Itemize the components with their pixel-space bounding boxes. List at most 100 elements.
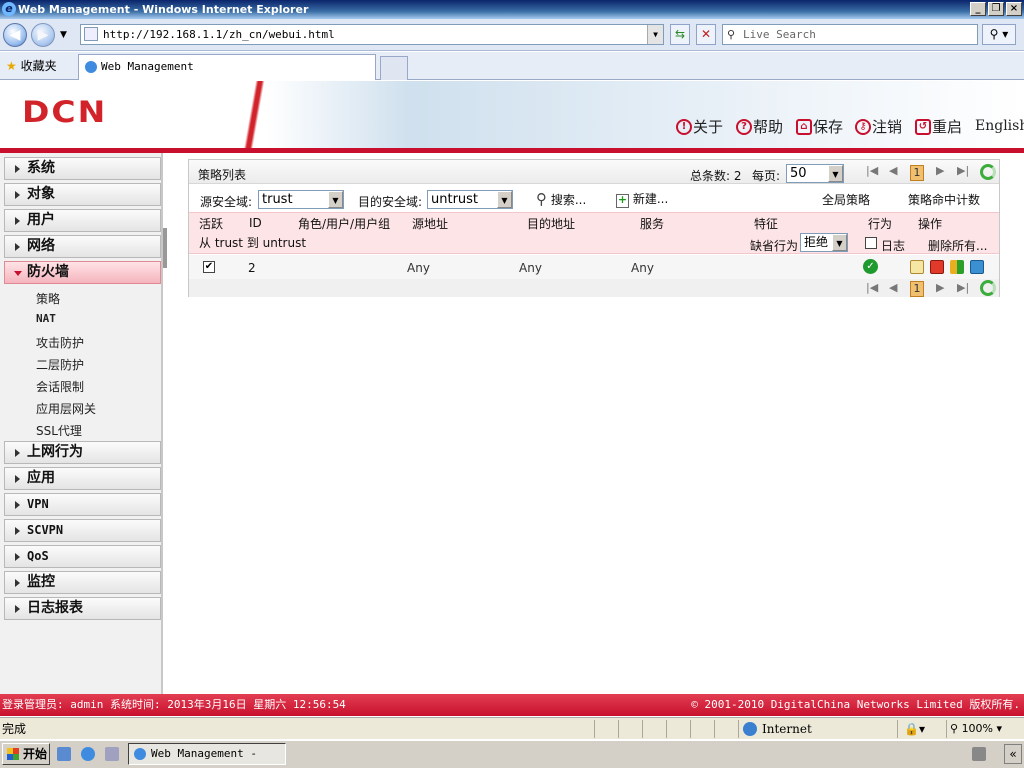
- sidebar-item-scvpn[interactable]: SCVPN: [4, 519, 161, 542]
- taskbar-item-ie[interactable]: Web Management - Wi...: [128, 743, 286, 768]
- sidebar-sub-attack-defense[interactable]: 攻击防护: [36, 334, 84, 351]
- sidebar-item-vpn[interactable]: VPN: [4, 493, 161, 516]
- sidebar-item-system[interactable]: 系统: [4, 157, 161, 180]
- sidebar-sub-nat[interactable]: NAT: [36, 312, 56, 325]
- default-action-select[interactable]: 拒绝 ▼: [800, 233, 848, 252]
- browser-tab[interactable]: Web Management: [78, 54, 376, 80]
- log-checkbox[interactable]: [865, 237, 877, 249]
- refresh-page-button[interactable]: ⇆: [670, 24, 690, 45]
- sidebar-item-log-report[interactable]: 日志报表: [4, 597, 161, 620]
- first-page-icon[interactable]: |◀: [866, 164, 878, 177]
- col-src: 源地址: [412, 217, 449, 231]
- zoom-control[interactable]: ⚲ 100% ▾: [950, 718, 1002, 740]
- next-page-bottom-icon[interactable]: ▶: [936, 281, 944, 294]
- sidebar-item-applications[interactable]: 应用: [4, 467, 161, 490]
- permit-icon: ✓: [863, 259, 878, 274]
- favorites-button[interactable]: ★ 收藏夹: [6, 57, 57, 74]
- col-active: 活跃: [199, 217, 224, 231]
- quicklaunch-desktop-icon[interactable]: [57, 747, 71, 761]
- ie-icon: e: [2, 2, 16, 16]
- last-page-bottom-icon[interactable]: ▶|: [957, 281, 969, 294]
- dst-zone-select[interactable]: untrust ▼: [427, 190, 513, 209]
- col-dst: 目的地址: [527, 217, 576, 231]
- start-button[interactable]: 开始: [2, 743, 50, 765]
- help-label: 帮助: [753, 118, 784, 136]
- restart-link[interactable]: ↺ 重启: [915, 116, 962, 137]
- new-tab-button[interactable]: [380, 56, 408, 80]
- dst-zone-label: 目的安全域:: [358, 195, 423, 209]
- stop-button[interactable]: ✕: [696, 24, 716, 45]
- move-icon[interactable]: [950, 260, 964, 274]
- login-info: 登录管理员: admin 系统时间: 2013年3月16日 星期六 12:56:…: [2, 698, 346, 711]
- zone-text: Internet: [762, 722, 812, 736]
- chevron-down-icon: ▼: [497, 191, 512, 208]
- globe-icon: [743, 722, 757, 736]
- quicklaunch-tool-icon[interactable]: [105, 747, 119, 761]
- sidebar-item-firewall[interactable]: 防火墙: [4, 261, 161, 284]
- current-page-bottom[interactable]: 1: [910, 281, 924, 297]
- first-page-bottom-icon[interactable]: |◀: [866, 281, 878, 294]
- log-label: 日志: [881, 239, 906, 253]
- address-dropdown-icon[interactable]: ▼: [647, 25, 663, 44]
- delete-icon[interactable]: [930, 260, 944, 274]
- last-page-icon[interactable]: ▶|: [957, 164, 969, 177]
- sidebar-sub-session-limit[interactable]: 会话限制: [36, 378, 84, 395]
- refresh-bottom-icon[interactable]: [980, 280, 996, 296]
- sidebar-item-internet-behavior[interactable]: 上网行为: [4, 441, 161, 464]
- logout-link[interactable]: ⚷ 注销: [855, 116, 902, 137]
- zoom-value: 100%: [961, 722, 994, 735]
- chevron-down-icon: ▼: [828, 165, 843, 182]
- quicklaunch-ie-icon[interactable]: [81, 747, 95, 761]
- sidebar-item-monitor[interactable]: 监控: [4, 571, 161, 594]
- per-page-select[interactable]: 50 ▼: [786, 164, 844, 183]
- chevron-down-icon: ▼: [328, 191, 343, 208]
- address-bar[interactable]: http://192.168.1.1/zh_cn/webui.html ▼: [80, 24, 664, 45]
- save-link[interactable]: ⌂ 保存: [796, 116, 843, 137]
- minimize-button[interactable]: _: [970, 2, 986, 16]
- english-link[interactable]: English: [975, 118, 1024, 134]
- sidebar-item-users[interactable]: 用户: [4, 209, 161, 232]
- copy-icon[interactable]: [970, 260, 984, 274]
- new-policy-label: 新建...: [632, 192, 669, 206]
- history-dropdown-icon[interactable]: ▼: [60, 30, 67, 40]
- search-go-button[interactable]: ⚲ ▾: [982, 24, 1016, 45]
- sidebar-item-objects[interactable]: 对象: [4, 183, 161, 206]
- about-link[interactable]: ! 关于: [676, 116, 723, 137]
- current-page[interactable]: 1: [910, 165, 924, 181]
- edit-icon[interactable]: [910, 260, 924, 274]
- refresh-icon[interactable]: [980, 164, 996, 180]
- window-title: Web Management - Windows Internet Explor…: [18, 3, 309, 16]
- next-page-icon[interactable]: ▶: [936, 164, 944, 177]
- live-search-input[interactable]: ⚲ Live Search: [722, 24, 978, 45]
- search-button[interactable]: ⚲ 搜索...: [536, 190, 586, 208]
- panel-title: 策略列表: [198, 168, 247, 182]
- chevron-down-icon: ▼: [832, 234, 847, 251]
- restart-icon: ↺: [915, 118, 931, 135]
- back-button[interactable]: ◀: [3, 23, 27, 47]
- row-id: 2: [248, 261, 256, 275]
- close-window-button[interactable]: ×: [1006, 2, 1022, 16]
- sidebar-item-qos[interactable]: QoS: [4, 545, 161, 568]
- new-policy-button[interactable]: + 新建...: [616, 190, 668, 208]
- hit-count-link[interactable]: 策略命中计数: [908, 191, 980, 208]
- sidebar-item-network[interactable]: 网络: [4, 235, 161, 258]
- prev-page-bottom-icon[interactable]: ◀: [889, 281, 897, 294]
- sidebar-sub-alg[interactable]: 应用层网关: [36, 400, 96, 417]
- restore-button[interactable]: ❐: [988, 2, 1004, 16]
- src-zone-select[interactable]: trust ▼: [258, 190, 344, 209]
- src-zone-value: trust: [262, 192, 293, 207]
- forward-button[interactable]: ▶: [31, 23, 55, 47]
- global-policy-link[interactable]: 全局策略: [822, 191, 870, 208]
- tray-expand-icon[interactable]: «: [1004, 744, 1022, 764]
- delete-all-link[interactable]: 删除所有...: [928, 237, 987, 254]
- sidebar-sub-l2-defense[interactable]: 二层防护: [36, 356, 84, 373]
- sidebar-sub-policy[interactable]: 策略: [36, 290, 60, 307]
- restart-label: 重启: [932, 118, 963, 136]
- active-checkbox[interactable]: ✔: [203, 261, 215, 273]
- keyboard-icon[interactable]: [972, 747, 986, 761]
- prev-page-icon[interactable]: ◀: [889, 164, 897, 177]
- sidebar-sub-ssl-proxy[interactable]: SSL代理: [36, 422, 82, 439]
- help-link[interactable]: ? 帮助: [736, 116, 783, 137]
- protected-mode-icon[interactable]: 🔒▾: [904, 718, 925, 740]
- window-titlebar: e Web Management - Windows Internet Expl…: [0, 0, 1024, 19]
